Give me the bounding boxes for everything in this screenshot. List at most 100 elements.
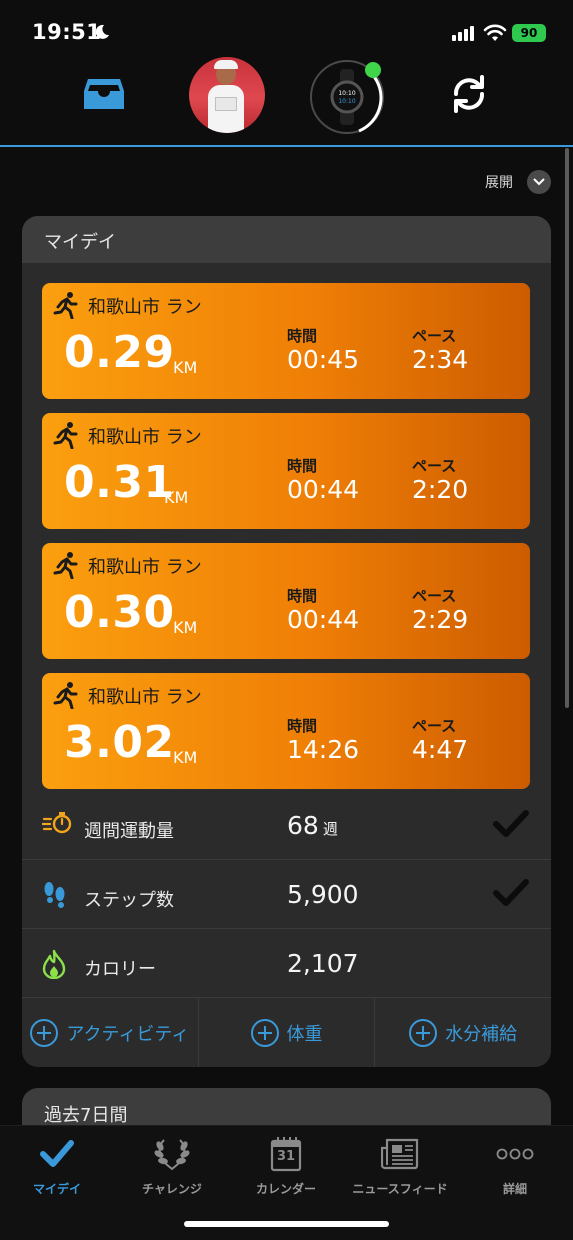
tab-my-day[interactable]: マイデイ (0, 1134, 114, 1197)
stat-number: 68 (287, 811, 319, 840)
stat-label: カロリー (84, 959, 156, 980)
plus-circle-icon (250, 1018, 279, 1047)
watch-icon[interactable]: 10:10 10:10 (307, 57, 387, 137)
stat-row-steps[interactable]: ステップ数 5,900 (22, 860, 551, 929)
stat-value: 68 週 (287, 811, 338, 840)
avatar-bib (215, 97, 237, 111)
activity-card[interactable]: 和歌山市 ラン 0.31 KM 時間 00:44 ペース 2:20 (42, 413, 530, 529)
tab-newsfeed[interactable]: ニュースフィード (343, 1134, 457, 1197)
stat-number: 2,107 (287, 949, 359, 978)
expand-label: 展開 (485, 175, 513, 191)
distance-unit: KM (173, 618, 198, 637)
time-label: 時間 (287, 327, 318, 345)
activity-distance: 0.31 (64, 457, 175, 508)
laurel-icon (154, 1139, 190, 1171)
activity-time: 14:26 (287, 735, 360, 764)
calendar-day: 31 (276, 1149, 296, 1164)
status-time: 19:51 (32, 20, 102, 44)
chevron-down-icon (527, 170, 551, 194)
scrollbar[interactable] (565, 148, 569, 708)
time-label: 時間 (287, 587, 318, 605)
stat-label: ステップ数 (84, 890, 174, 911)
activity-name: 和歌山市 ラン (88, 557, 202, 578)
inbox-icon[interactable] (84, 77, 124, 111)
wifi-icon (483, 24, 507, 41)
activity-card[interactable]: 和歌山市 ラン 3.02 KM 時間 14:26 ペース 4:47 (42, 673, 530, 789)
more-icon (496, 1148, 534, 1160)
stat-unit: 週 (322, 820, 338, 838)
time-label: 時間 (287, 457, 318, 475)
stat-label: 週間運動量 (84, 821, 174, 842)
activity-card[interactable]: 和歌山市 ラン 0.29 KM 時間 00:45 ペース 2:34 (42, 283, 530, 399)
my-day-title: マイデイ (22, 216, 551, 263)
running-icon (53, 682, 78, 709)
activity-time: 00:45 (287, 345, 360, 374)
tab-challenges[interactable]: チャレンジ (115, 1134, 229, 1197)
time-label: 時間 (287, 717, 318, 735)
activity-pace: 4:47 (412, 735, 469, 764)
stat-value: 2,107 (287, 949, 359, 978)
add-activity-label: アクティビティ (66, 1023, 190, 1045)
distance-unit: KM (173, 748, 198, 767)
check-icon (493, 810, 529, 837)
flame-icon (42, 949, 66, 979)
activity-distance: 0.29 (64, 327, 175, 378)
tab-calendar[interactable]: 31 カレンダー (229, 1134, 343, 1197)
home-indicator (184, 1221, 389, 1227)
my-day-card: マイデイ 和歌山市 ラン 0.29 KM 時間 00:45 ペース 2:34 和… (22, 216, 551, 1067)
moon-icon (95, 24, 109, 39)
pace-label: ペース (412, 457, 457, 475)
add-hydration-label: 水分補給 (445, 1023, 518, 1045)
stat-row-calories[interactable]: カロリー 2,107 (22, 929, 551, 998)
tab-label: 詳細 (502, 1182, 527, 1196)
watch-face-time-2: 10:10 (338, 98, 355, 105)
tab-label: マイデイ (32, 1182, 81, 1196)
plus-circle-icon (409, 1018, 438, 1047)
add-weight-button[interactable]: 体重 (199, 998, 376, 1067)
activity-pace: 2:29 (412, 605, 469, 634)
add-weight-label: 体重 (286, 1023, 323, 1045)
pace-label: ペース (412, 587, 457, 605)
expand-toggle[interactable]: 展開 (485, 170, 551, 194)
status-bar: 19:51 90 (0, 0, 573, 60)
tab-label: チャレンジ (142, 1182, 202, 1196)
newspaper-icon (381, 1138, 419, 1170)
check-icon (40, 1140, 74, 1167)
distance-unit: KM (164, 488, 189, 507)
cellular-signal-icon (452, 26, 474, 41)
running-icon (53, 292, 78, 319)
add-hydration-button[interactable]: 水分補給 (375, 998, 551, 1067)
check-icon (493, 879, 529, 906)
activity-name: 和歌山市 ラン (88, 427, 202, 448)
activity-card[interactable]: 和歌山市 ラン 0.30 KM 時間 00:44 ペース 2:29 (42, 543, 530, 659)
running-icon (53, 422, 78, 449)
activity-pace: 2:20 (412, 475, 469, 504)
activity-name: 和歌山市 ラン (88, 297, 202, 318)
activity-time: 00:44 (287, 475, 360, 504)
battery-level: 90 (520, 26, 538, 40)
last-7-days-title: 過去7日間 (44, 1105, 128, 1126)
stopwatch-icon (42, 812, 72, 834)
top-nav: 10:10 10:10 (0, 55, 573, 147)
activity-name: 和歌山市 ラン (88, 687, 202, 708)
activity-distance: 0.30 (64, 587, 175, 638)
plus-circle-icon (30, 1018, 59, 1047)
activity-pace: 2:34 (412, 345, 469, 374)
pace-label: ペース (412, 717, 457, 735)
activity-distance: 3.02 (64, 717, 175, 768)
add-buttons-row: アクティビティ 体重 水分補給 (22, 998, 551, 1067)
running-icon (53, 552, 78, 579)
tab-label: カレンダー (255, 1182, 316, 1196)
battery-indicator: 90 (512, 24, 546, 42)
add-activity-button[interactable]: アクティビティ (22, 998, 199, 1067)
activity-time: 00:44 (287, 605, 360, 634)
avatar-cap (214, 60, 238, 69)
tab-more[interactable]: 詳細 (458, 1134, 572, 1197)
stat-row-intensity-minutes[interactable]: 週間運動量 68 週 (22, 791, 551, 860)
sync-icon[interactable] (450, 75, 488, 113)
footprints-icon (44, 882, 65, 908)
stat-number: 5,900 (287, 880, 359, 909)
stat-value: 5,900 (287, 880, 359, 909)
watch-face-time: 10:10 (338, 90, 355, 97)
profile-avatar[interactable] (189, 57, 265, 133)
